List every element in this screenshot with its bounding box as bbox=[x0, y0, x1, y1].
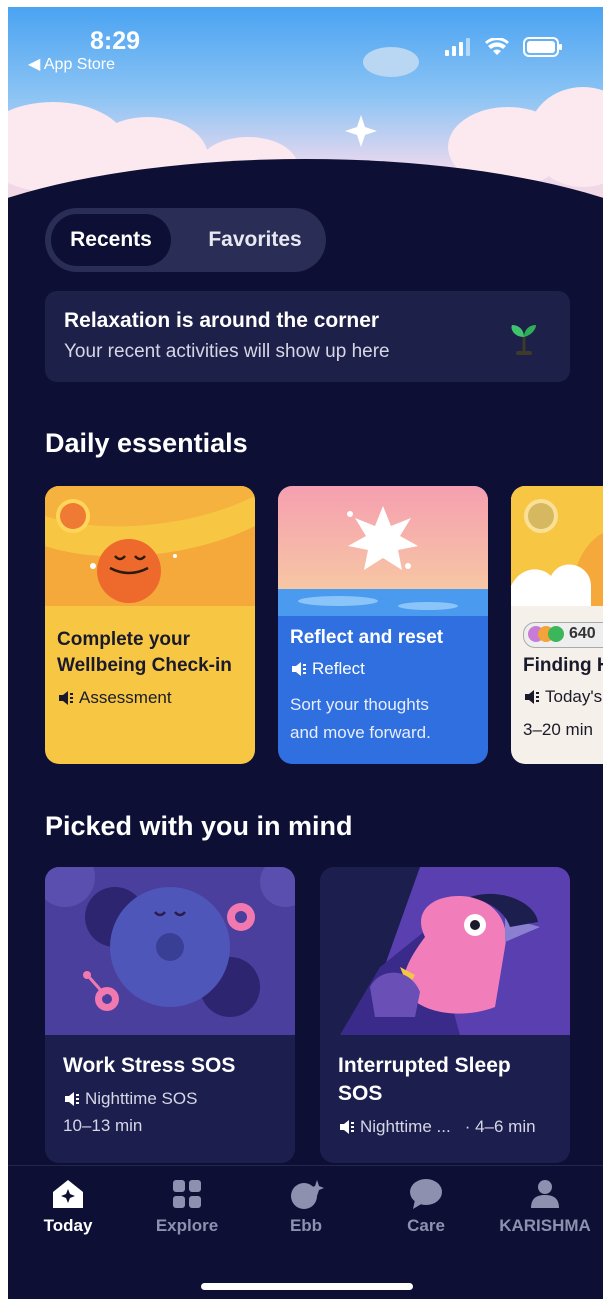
ebb-icon bbox=[291, 1180, 324, 1209]
card-duration: · 4–6 min bbox=[464, 1117, 536, 1136]
sprout-icon bbox=[511, 325, 536, 355]
chat-bubble-icon bbox=[410, 1179, 442, 1209]
card-title-line: SOS bbox=[338, 1082, 383, 1105]
picked-heading: Picked with you in mind bbox=[45, 811, 353, 841]
speaker-icon bbox=[59, 691, 73, 705]
status-icons bbox=[445, 37, 563, 57]
tab-label: Ebb bbox=[289, 1216, 323, 1235]
card-title: Work Stress SOS bbox=[63, 1054, 236, 1077]
card-title-line: Wellbeing Check-in bbox=[57, 655, 232, 676]
reflect-and-reset-card[interactable]: Reflect and reset Reflect Sort your thou… bbox=[278, 486, 488, 764]
sunrise-illustration bbox=[45, 486, 255, 606]
speaker-icon bbox=[65, 1092, 79, 1106]
finding-card-partial[interactable]: 640 Finding H Today's 3–20 min bbox=[511, 486, 603, 764]
card-title-line: Complete your bbox=[57, 629, 191, 650]
card-description-line: and move forward. bbox=[290, 723, 431, 742]
card-duration: 3–20 min bbox=[523, 720, 593, 739]
speaker-icon bbox=[340, 1120, 354, 1134]
tab-care[interactable]: Care bbox=[376, 1178, 476, 1236]
recents-favorites-toggle: Recents Favorites bbox=[45, 208, 326, 272]
speaker-icon bbox=[292, 662, 306, 676]
card-meta: Today's bbox=[523, 687, 602, 707]
card-meta-label: Nighttime SOS bbox=[85, 1089, 198, 1108]
participant-count: 640 bbox=[569, 625, 596, 642]
card-meta: Nighttime SOS bbox=[63, 1089, 197, 1109]
sparkle-icon bbox=[345, 115, 377, 147]
home-indicator bbox=[201, 1283, 413, 1290]
wifi-icon bbox=[485, 38, 509, 55]
tab-today[interactable]: Today bbox=[18, 1178, 118, 1236]
small-cloud-icon bbox=[363, 47, 419, 77]
card-title: Reflect and reset bbox=[290, 627, 444, 648]
card-meta: Reflect bbox=[290, 659, 365, 679]
home-icon bbox=[53, 1180, 83, 1208]
speaker-icon bbox=[525, 690, 539, 704]
tab-explore[interactable]: Explore bbox=[137, 1178, 237, 1236]
card-description-line: Sort your thoughts bbox=[290, 695, 429, 714]
tab-label: Today bbox=[43, 1216, 93, 1235]
recent-activities-empty-card: Relaxation is around the corner Your rec… bbox=[45, 291, 570, 382]
empty-state-title: Relaxation is around the corner bbox=[64, 309, 380, 332]
today-screen: 8:29 ◀ App Store Recents Favorites Relax… bbox=[8, 7, 603, 1299]
empty-state-subtitle: Your recent activities will show up here bbox=[64, 341, 390, 362]
gear-illustration bbox=[45, 867, 295, 1035]
card-meta-label: Today's bbox=[545, 687, 603, 706]
wellbeing-checkin-card[interactable]: Complete your Wellbeing Check-in Assessm… bbox=[45, 486, 255, 764]
tab-label: Explore bbox=[155, 1216, 219, 1235]
card-duration: 10–13 min bbox=[63, 1116, 143, 1135]
tab-recents[interactable]: Recents bbox=[51, 214, 171, 266]
card-meta-label: Assessment bbox=[79, 688, 172, 707]
card-title: Finding H bbox=[523, 655, 603, 676]
tab-label: Care bbox=[407, 1216, 445, 1235]
card-title-line: Interrupted Sleep bbox=[338, 1054, 511, 1077]
signal-icon bbox=[445, 38, 470, 56]
tab-ebb[interactable]: Ebb bbox=[256, 1178, 356, 1236]
work-stress-sos-card[interactable]: Work Stress SOS Nighttime SOS 10–13 min bbox=[45, 867, 295, 1163]
grid-icon bbox=[173, 1180, 201, 1208]
daily-essentials-heading: Daily essentials bbox=[45, 428, 248, 458]
card-meta: Assessment bbox=[57, 688, 172, 708]
participants-badge: 640 bbox=[523, 622, 603, 648]
card-meta-label: Nighttime ... bbox=[360, 1117, 451, 1136]
bottom-tab-bar: Today Explore Ebb Care KARISHMA bbox=[8, 1165, 603, 1299]
battery-icon bbox=[523, 37, 562, 57]
tab-label: KARISHMA bbox=[499, 1216, 591, 1235]
back-to-app-store-link[interactable]: ◀ App Store bbox=[28, 54, 115, 74]
card-meta: Nighttime ... · 4–6 min bbox=[338, 1117, 536, 1137]
sunset-illustration bbox=[511, 486, 603, 606]
tab-profile[interactable]: KARISHMA bbox=[495, 1178, 595, 1236]
avatar bbox=[548, 626, 564, 642]
card-meta-label: Reflect bbox=[312, 659, 365, 678]
interrupted-sleep-sos-card[interactable]: Interrupted Sleep SOS Nighttime ... · 4–… bbox=[320, 867, 570, 1163]
person-icon bbox=[531, 1180, 559, 1208]
status-time: 8:29 bbox=[90, 27, 141, 55]
tab-favorites[interactable]: Favorites bbox=[195, 214, 315, 266]
ocean-sunrise-illustration bbox=[278, 486, 488, 616]
duck-illustration bbox=[320, 867, 570, 1035]
